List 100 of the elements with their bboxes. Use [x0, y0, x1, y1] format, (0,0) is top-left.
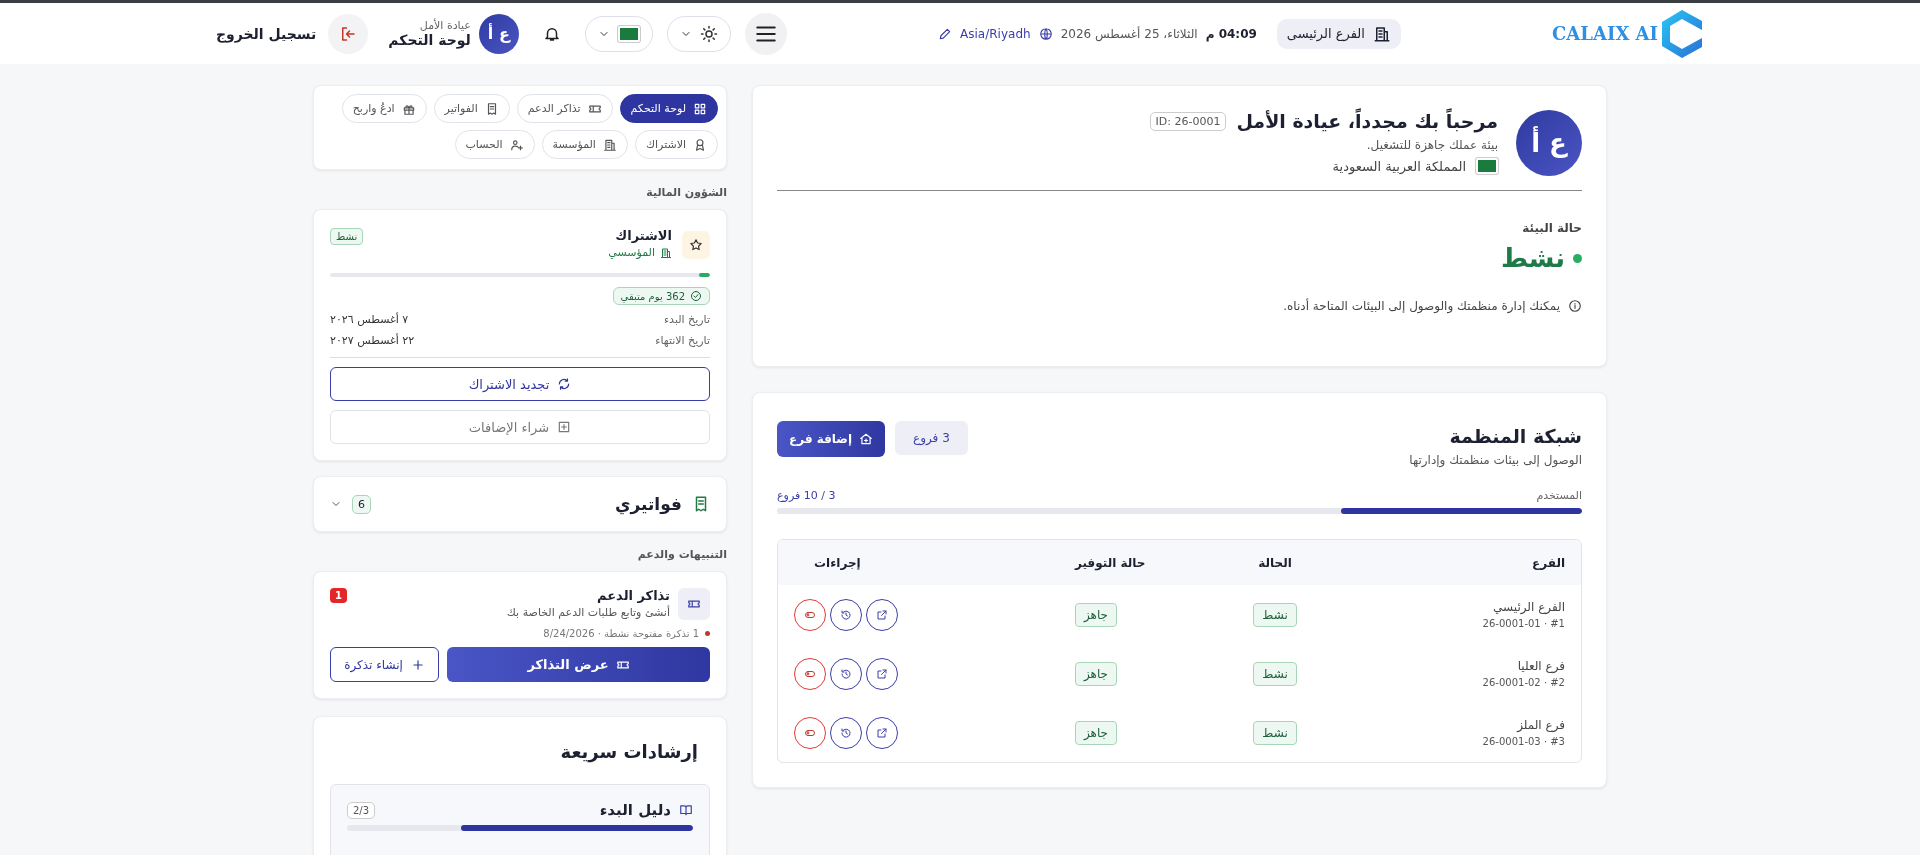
- organization-name: عيادة الأمل: [418, 19, 471, 32]
- toggle-button[interactable]: [794, 657, 826, 690]
- date-label: تاريخ البدء: [663, 313, 710, 326]
- status-badge: نشط: [1253, 720, 1297, 745]
- date-value: ٢٢ أغسطس ٢٠٢٧: [330, 334, 415, 347]
- plan-name: المؤسسي: [608, 246, 655, 259]
- section-heading: التنبيهات والدعم: [636, 548, 727, 561]
- column-header: الحالة: [1257, 555, 1293, 570]
- nav-tab[interactable]: ادعُ واربح: [341, 94, 427, 123]
- nav-tab[interactable]: لوحة التحكم: [619, 94, 718, 123]
- ticket-summary: 1 تذكرة مفتوحة نشطة · 8/24/2026: [543, 628, 699, 639]
- award-icon: [693, 137, 707, 152]
- brand-name: CALAIX AI: [1552, 23, 1658, 44]
- plus-icon: [410, 657, 425, 672]
- section-heading: الشؤون المالية: [645, 186, 727, 199]
- environment-status-label: حالة البيئة: [1521, 221, 1582, 235]
- nav-tab[interactable]: تذاكر الدعم: [516, 94, 613, 123]
- info-note: يمكنك إدارة منظمتك والوصول إلى البيئات المتاحة أدناه.: [1283, 299, 1560, 313]
- page-title: لوحة التحكم: [388, 32, 471, 48]
- provisioning-badge: جاهز: [1075, 661, 1118, 686]
- book-icon: [679, 803, 693, 817]
- ticket-icon: [678, 588, 710, 620]
- renew-subscription-button[interactable]: تجديد الاشتراك: [330, 367, 710, 401]
- timezone-label: Asia/Riyadh: [960, 26, 1031, 41]
- branch-selector[interactable]: الفرع الرئيسى: [1276, 18, 1401, 49]
- toggle-button[interactable]: [794, 598, 826, 631]
- current-time: 04:09 م: [1205, 26, 1257, 41]
- support-subtitle: أنشئ وتابع طلبات الدعم الخاصة بك: [505, 606, 670, 619]
- current-date: الثلاثاء، 25 أغسطس 2026: [1060, 26, 1198, 41]
- network-subtitle: الوصول إلى بيئات منظمتك وإدارتها: [1409, 453, 1582, 467]
- branch-code: 26-0001-02 · #2: [1481, 677, 1565, 688]
- column-header: إجراءات: [813, 555, 862, 570]
- nav-tab[interactable]: الفواتير: [433, 94, 510, 123]
- alert-dot: [705, 631, 710, 636]
- welcome-title: مرحباً بك مجدداً، عيادة الأمل: [1236, 110, 1498, 132]
- language-selector[interactable]: [584, 15, 653, 52]
- branch-name: فرع الملز: [1515, 718, 1565, 732]
- status-badge: نشط: [1253, 602, 1297, 627]
- grid-icon: [693, 101, 707, 116]
- invoices-title: فواتيري: [613, 494, 682, 514]
- notification-badge: 1: [330, 588, 347, 603]
- organization-avatar: ع أ: [1516, 110, 1582, 176]
- history-icon: [840, 726, 852, 739]
- status-badge: نشط: [1253, 661, 1297, 686]
- external-link-icon: [876, 667, 888, 680]
- create-ticket-button[interactable]: إنشاء تذكرة: [330, 647, 439, 682]
- theme-selector[interactable]: [666, 15, 731, 52]
- flag-icon: [1476, 158, 1498, 174]
- building-icon: [660, 246, 672, 259]
- logo-icon: [1662, 9, 1702, 58]
- usage-value: 3 / 10 فروع: [777, 489, 836, 502]
- history-button[interactable]: [830, 716, 862, 749]
- id-badge: ID: 26-0001: [1149, 111, 1227, 131]
- guide-item-title: دليل البدء: [598, 801, 671, 819]
- status-dot: [1573, 253, 1582, 263]
- house-plus-icon: [859, 432, 874, 446]
- external-link-icon: [876, 726, 888, 739]
- progress-badge: 2/3: [347, 801, 376, 819]
- view-tickets-button[interactable]: عرض التذاكر: [447, 647, 710, 682]
- buy-addons-button[interactable]: شراء الإضافات: [330, 410, 710, 444]
- nav-tab[interactable]: الاشتراك: [634, 130, 718, 159]
- info-icon: [1568, 299, 1582, 313]
- logout-button[interactable]: تسجيل الخروج: [210, 12, 375, 55]
- column-header: الفرع: [1531, 555, 1565, 570]
- history-icon: [840, 667, 852, 680]
- branch-count: 3 فروع: [895, 421, 968, 455]
- open-button[interactable]: [866, 598, 898, 631]
- days-remaining-badge: 362 يوم متبقي: [612, 287, 710, 305]
- provisioning-badge: جاهز: [1075, 720, 1118, 745]
- user-icon: [509, 137, 524, 152]
- edit-icon[interactable]: [938, 26, 953, 41]
- date-label: تاريخ الانتهاء: [655, 334, 710, 347]
- history-button[interactable]: [830, 657, 862, 690]
- support-title: تذاكر الدعم: [596, 588, 670, 603]
- branch-name: الفرع الرئيسي: [1492, 600, 1565, 614]
- open-button[interactable]: [866, 716, 898, 749]
- column-header: حالة التوفير: [1075, 555, 1147, 570]
- subscription-title: الاشتراك: [614, 228, 672, 243]
- flag-icon: [617, 25, 640, 42]
- nav-tab[interactable]: الحساب: [454, 130, 535, 159]
- branch-code: 26-0001-01 · #1: [1481, 618, 1565, 629]
- usage-label: المستخدم: [1536, 489, 1582, 502]
- globe-icon: [1038, 26, 1053, 41]
- country-name: المملكة العربية السعودية: [1332, 158, 1466, 174]
- network-title: شبكة المنظمة: [1448, 425, 1582, 447]
- guide-title: إرشادات سريعة: [559, 741, 698, 762]
- sun-icon: [699, 24, 718, 43]
- toggle-button[interactable]: [794, 716, 826, 749]
- branch-name: فرع العليا: [1516, 659, 1565, 673]
- welcome-subtitle: بيئة عملك جاهزة للتشغيل.: [1365, 138, 1498, 152]
- history-button[interactable]: [830, 598, 862, 631]
- status-badge: نشط: [330, 228, 364, 245]
- nav-tab[interactable]: المؤسسة: [541, 130, 628, 159]
- add-branch-button[interactable]: إضافة فرع: [777, 421, 886, 457]
- environment-status: نشط: [1500, 243, 1565, 273]
- user-avatar: ع أ: [478, 13, 519, 54]
- provisioning-badge: جاهز: [1075, 602, 1118, 627]
- open-button[interactable]: [866, 657, 898, 690]
- external-link-icon: [876, 608, 888, 621]
- branch-code: 26-0001-03 · #3: [1481, 736, 1565, 747]
